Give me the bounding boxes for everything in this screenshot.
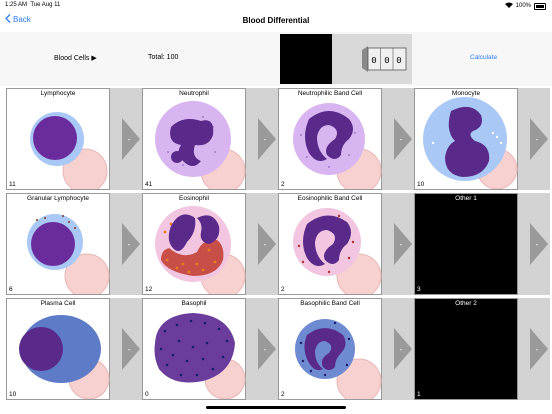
minus-label: - [264,345,267,354]
decrement-eosinophil-button[interactable]: - [246,193,278,295]
status-right: 100% [504,2,546,10]
cell-tile-eosinophil[interactable]: Eosinophil 12 [142,193,246,295]
eosinophilic-band-cell-image [293,208,382,294]
navigation-bar: Back Blood Differential [0,10,552,32]
basophilic-band-cell-image [295,319,382,399]
eosinophil-image [155,206,246,294]
cell-count: 1 [417,391,421,398]
cell-label: Lymphocyte [40,90,76,97]
cell-tile-lymphocyte[interactable]: Lymphocyte 11 [6,88,110,190]
decrement-lymphocyte-button[interactable]: - [110,88,142,190]
cell-label: Eosinophil [179,195,209,202]
cell-label: Monocyte [451,90,481,97]
cell-tile-basophil[interactable]: Basophil 0 [142,298,246,400]
home-indicator[interactable] [206,406,346,409]
decrement-other-1-button[interactable]: - [518,193,550,295]
tally-counter-icon: 0 0 0 [332,34,412,84]
cell-count: 6 [9,286,13,293]
cell-count: 2 [281,391,285,398]
decrement-neutrophilic-band-cell-button[interactable]: - [382,88,414,190]
cell-count: 2 [281,181,285,188]
cell-count: 10 [9,391,17,398]
minus-label: - [400,240,403,249]
total-count: Total: 100 [148,54,179,61]
basophil-image [154,313,246,399]
status-time: 1:25 AM Tue Aug 11 [5,2,60,8]
cell-label: Neutrophilic Band Cell [297,90,363,97]
cell-count: 0 [145,391,149,398]
cell-tile-plasma-cell[interactable]: Plasma Cell 10 [6,298,110,400]
neutrophil-image [155,101,246,189]
granular-lymphocyte-image [27,214,110,294]
decrement-granular-lymphocyte-button[interactable]: - [110,193,142,295]
cell-tile-neutrophil[interactable]: Neutrophil 41 [142,88,246,190]
battery-icon [534,2,546,10]
cell-label: Basophilic Band Cell [300,300,360,307]
blood-cells-button[interactable]: Blood Cells ▶ [54,54,97,62]
minus-label: - [536,135,539,144]
status-date-text: Tue Aug 11 [30,2,61,8]
cell-label: Eosinophilic Band Cell [297,195,363,202]
cell-label: Basophil [181,300,207,307]
minus-label: - [264,135,267,144]
decrement-eosinophilic-band-cell-button[interactable]: - [382,193,414,295]
neutrophilic-band-cell-image [293,103,382,189]
decrement-basophil-button[interactable]: - [246,298,278,400]
cell-label: Plasma Cell [40,300,76,307]
minus-label: - [128,135,131,144]
cell-tile-granular-lymphocyte[interactable]: Granular Lymphocyte 6 [6,193,110,295]
decrement-monocyte-button[interactable]: - [518,88,550,190]
minus-label: - [264,240,267,249]
cell-count: 10 [417,181,425,188]
decrement-other-2-button[interactable]: - [518,298,550,400]
minus-label: - [400,345,403,354]
cell-label: Neutrophil [179,90,209,97]
cell-label: Other 1 [455,195,477,202]
battery-percent: 100% [515,3,531,9]
lymphocyte-image [30,112,108,189]
cell-tile-neutrophilic-band-cell[interactable]: Neutrophilic Band Cell 2 [278,88,382,190]
counter-digit-3: 0 [396,56,401,66]
cell-count: 12 [145,286,153,293]
cell-tile-other-2[interactable]: Other 2 1 [414,298,518,400]
counter-digit-1: 0 [371,56,376,66]
minus-label: - [536,240,539,249]
minus-label: - [128,240,131,249]
minus-label: - [128,345,131,354]
monocyte-image [423,97,518,189]
decrement-basophilic-band-cell-button[interactable]: - [382,298,414,400]
decrement-neutrophil-button[interactable]: - [246,88,278,190]
cell-label: Granular Lymphocyte [27,195,89,202]
plasma-cell-image [19,315,110,399]
cell-count: 2 [281,286,285,293]
camera-preview [280,34,332,84]
cell-tile-monocyte[interactable]: Monocyte 10 [414,88,518,190]
status-bar: 1:25 AM Tue Aug 11 100% [0,0,552,10]
decrement-plasma-cell-button[interactable]: - [110,298,142,400]
cell-tile-other-1[interactable]: Other 1 3 [414,193,518,295]
cell-count: 11 [9,181,16,188]
cell-tile-basophilic-band-cell[interactable]: Basophilic Band Cell 2 [278,298,382,400]
minus-label: - [536,345,539,354]
minus-label: - [400,135,403,144]
cell-tile-eosinophilic-band-cell[interactable]: Eosinophilic Band Cell 2 [278,193,382,295]
counter-digit-2: 0 [384,56,389,66]
page-title: Blood Differential [242,16,310,25]
toolbar: Blood Cells ▶ Total: 100 0 0 0 Calculate [0,32,552,86]
cell-count: 3 [417,286,421,293]
status-time-text: 1:25 AM [5,2,28,8]
cell-label: Other 2 [455,300,477,307]
cell-count: 41 [145,181,153,188]
wifi-icon [504,2,513,10]
calculate-button[interactable]: Calculate [470,54,497,61]
